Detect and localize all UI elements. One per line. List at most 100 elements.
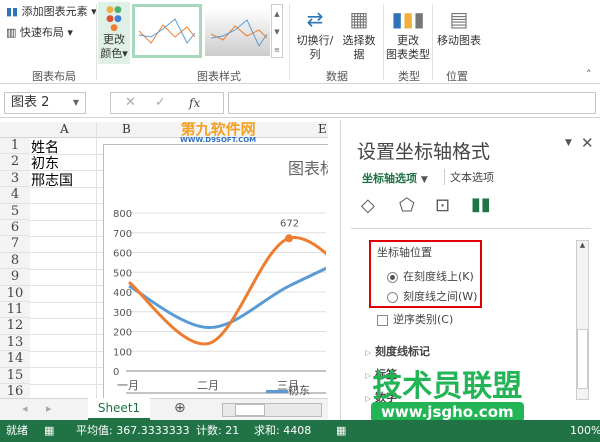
- radio-unselected-icon: [387, 291, 398, 303]
- column-header-a[interactable]: A: [60, 122, 69, 136]
- effects-icon[interactable]: ⬠: [399, 195, 415, 216]
- group-label-data: 数据: [326, 70, 348, 83]
- chart-element-icon: ▮▮: [6, 5, 19, 18]
- y-tick-label: 300: [113, 308, 132, 319]
- size-properties-icon[interactable]: ⊡: [435, 195, 450, 216]
- group-label-type: 类型: [398, 70, 420, 83]
- series-line[interactable]: [128, 236, 326, 346]
- row-header[interactable]: 7: [0, 236, 30, 253]
- formula-bar: 图表 2 ▼ ✕ ✓ fx: [0, 88, 600, 118]
- pane-title: 设置坐标轴格式: [357, 141, 491, 163]
- add-chart-element-button[interactable]: ▮▮ 添加图表元素 ▾: [6, 5, 97, 19]
- tab-axis-options[interactable]: 坐标轴选项 ▼: [362, 170, 428, 186]
- column-header-e[interactable]: E: [318, 122, 327, 136]
- group-label-location: 位置: [446, 70, 468, 83]
- y-tick-label: 200: [113, 328, 132, 339]
- row-header[interactable]: 11: [0, 302, 30, 319]
- next-sheet-icon[interactable]: ▸: [46, 402, 52, 415]
- enter-icon[interactable]: ✓: [155, 93, 166, 113]
- chart[interactable]: 图表标题 0100200300400500600700800一月二月三月四月67…: [103, 144, 328, 398]
- checkbox-icon: [377, 314, 388, 326]
- y-tick-label: 800: [113, 209, 132, 220]
- column-header-b[interactable]: B: [122, 122, 131, 136]
- row-header[interactable]: 12: [0, 318, 30, 335]
- row-header[interactable]: 2: [0, 154, 30, 171]
- radio-selected-icon: [387, 271, 398, 283]
- y-tick-label: 100: [113, 347, 132, 358]
- axis-options-icon[interactable]: ▮▮: [471, 194, 491, 215]
- legend[interactable]: 初东: [266, 382, 310, 398]
- cell-a2[interactable]: 初东: [31, 156, 59, 172]
- data-point[interactable]: [285, 234, 293, 243]
- zoom-level[interactable]: 100%: [570, 420, 600, 442]
- quick-layout-button[interactable]: ▥ 快速布局 ▾: [6, 26, 73, 40]
- layout-icon: ▥: [6, 26, 17, 39]
- chart-style-2[interactable]: [205, 8, 270, 56]
- section-tick-marks[interactable]: ▷ 刻度线标记: [365, 343, 430, 359]
- row-header[interactable]: 3: [0, 170, 30, 188]
- close-icon[interactable]: ✕: [581, 134, 594, 152]
- row-header[interactable]: 16: [0, 384, 30, 398]
- row-header[interactable]: 10: [0, 285, 30, 302]
- name-box[interactable]: 图表 2 ▼: [4, 92, 86, 114]
- row-header[interactable]: 14: [0, 351, 30, 368]
- sheet-tab-sheet1[interactable]: Sheet1: [88, 398, 150, 420]
- row-header[interactable]: 5: [0, 203, 30, 220]
- row-header[interactable]: 1: [0, 138, 30, 155]
- prev-sheet-icon[interactable]: ◂: [22, 402, 28, 415]
- pane-scrollbar[interactable]: ▲: [576, 240, 589, 400]
- cell-a3[interactable]: 邢志国: [31, 173, 73, 189]
- collapse-ribbon-icon[interactable]: ˄: [586, 68, 592, 81]
- x-tick-label: 二月: [197, 379, 219, 392]
- row-header[interactable]: 8: [0, 252, 30, 270]
- cancel-icon[interactable]: ✕: [125, 93, 136, 113]
- select-data-button[interactable]: ▦ 选择数据: [339, 4, 379, 62]
- row-header[interactable]: 13: [0, 334, 30, 352]
- row-header[interactable]: 9: [0, 269, 30, 286]
- reverse-order-checkbox[interactable]: 逆序类别(C): [377, 311, 453, 327]
- add-sheet-icon[interactable]: ⊕: [174, 400, 186, 416]
- row-header[interactable]: 6: [0, 220, 30, 237]
- style-gallery-scroll[interactable]: ▲ ▼ ≡: [271, 4, 283, 58]
- legend-swatch: [266, 389, 288, 393]
- switch-row-column-icon: ⇄: [306, 7, 324, 31]
- format-axis-pane: 设置坐标轴格式 ▼ ✕ 坐标轴选项 ▼ 文本选项 ◇ ⬠ ⊡ ▮▮ 坐标轴位置 …: [340, 120, 600, 422]
- status-ready: 就绪: [6, 424, 28, 437]
- move-chart-icon: ▤: [449, 7, 469, 31]
- normal-view-icon[interactable]: ▦: [336, 420, 346, 442]
- switch-row-column-button[interactable]: ⇄ 切换行/列: [293, 4, 337, 62]
- y-tick-label: 600: [113, 249, 132, 260]
- worksheet-grid[interactable]: A B E 1 2 3 4 5 6 7 8 9 10 11 12 13 14 15 16 姓名 初东 邢志国 …: [0, 122, 328, 398]
- pane-options-icon[interactable]: ▼: [565, 138, 572, 148]
- y-tick-label: 500: [113, 268, 132, 279]
- data-label: 672: [280, 218, 299, 229]
- column-headers: A B E: [0, 122, 328, 138]
- insert-function-button[interactable]: fx: [189, 93, 200, 113]
- radio-between-tick-marks[interactable]: 刻度线之间(W): [387, 288, 477, 304]
- cell-a1[interactable]: 姓名: [31, 140, 59, 156]
- y-tick-label: 0: [113, 367, 119, 378]
- status-sum: 求和: 4408: [254, 424, 312, 437]
- macro-icon[interactable]: ▦: [44, 420, 54, 442]
- y-tick-label: 700: [113, 229, 132, 240]
- move-chart-button[interactable]: ▤ 移动图表: [434, 4, 484, 48]
- group-label-styles: 图表样式: [197, 70, 241, 83]
- chart-style-1[interactable]: [132, 4, 202, 58]
- status-average: 平均值: 367.3333333: [76, 424, 190, 437]
- chart-plot: 0100200300400500600700800一月二月三月四月672: [113, 209, 326, 394]
- formula-input[interactable]: [228, 92, 596, 114]
- row-header[interactable]: 15: [0, 367, 30, 384]
- select-data-icon: ▦: [349, 7, 369, 31]
- watermark-d9soft: 第九软件网 WWW.D9SOFT.COM: [180, 122, 257, 144]
- radio-on-tick-marks[interactable]: 在刻度线上(K): [387, 268, 474, 284]
- row-header[interactable]: 4: [0, 187, 30, 204]
- ribbon: ▮▮ 添加图表元素 ▾ ▥ 快速布局 ▾ 图表布局 ●● ●● ● 更改 颜色▾ ▲ ▼…: [0, 0, 600, 84]
- status-count: 计数: 21: [196, 424, 240, 437]
- group-label-layout: 图表布局: [32, 70, 76, 83]
- tab-text-options[interactable]: 文本选项: [444, 169, 494, 185]
- change-colors-button[interactable]: ●● ●● ● 更改 颜色▾: [98, 2, 130, 64]
- fill-line-icon[interactable]: ◇: [361, 195, 375, 216]
- horizontal-scrollbar[interactable]: [222, 403, 322, 417]
- change-chart-type-button[interactable]: ▮▮▮ 更改 图表类型: [386, 4, 430, 62]
- y-tick-label: 400: [113, 288, 132, 299]
